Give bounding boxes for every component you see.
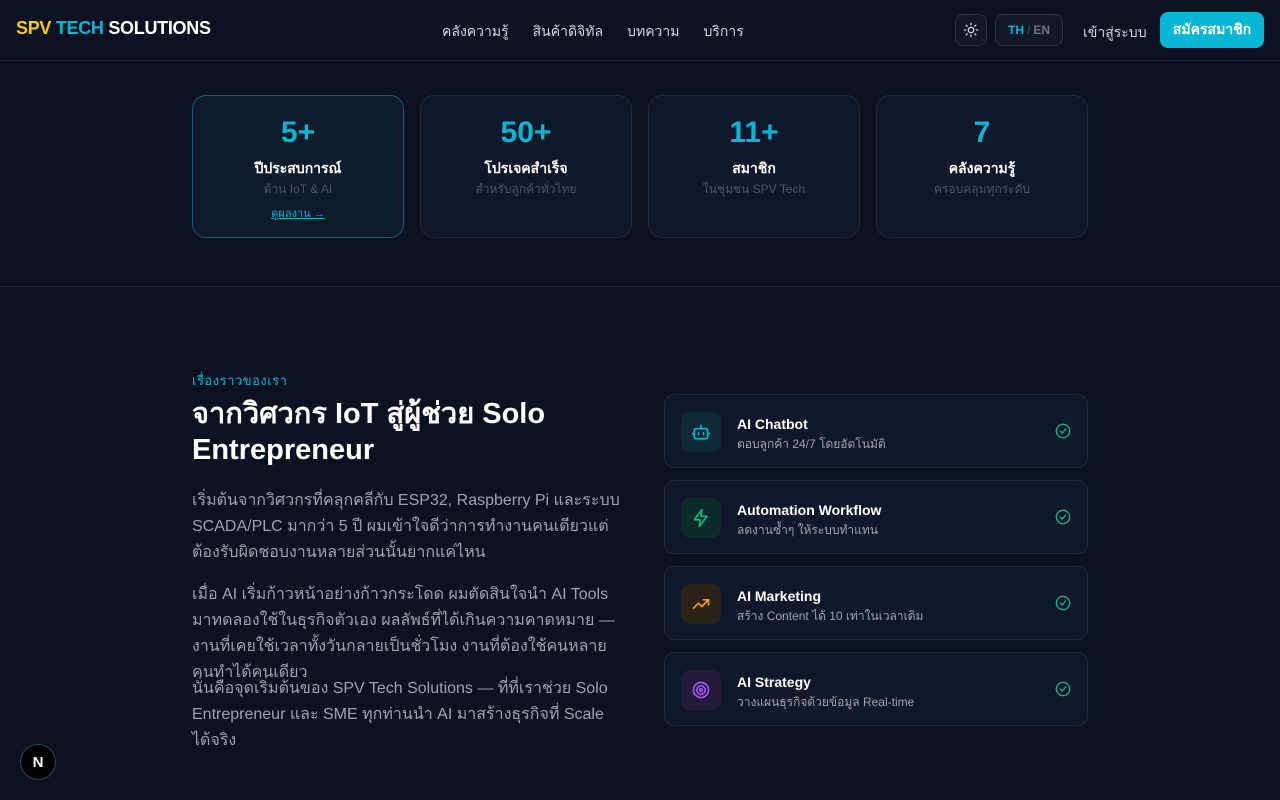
check-circle-icon xyxy=(1055,423,1071,439)
view-portfolio-link[interactable]: ดูผลงาน → xyxy=(193,204,403,222)
main-nav: คลังความรู้ สินค้าดิจิทัล บทความ บริการ xyxy=(442,21,744,43)
story-eyebrow: เรื่องราวของเรา xyxy=(192,373,288,388)
check-circle-icon xyxy=(1055,509,1071,525)
feature-title: AI Strategy xyxy=(737,674,811,690)
stat-number: 11+ xyxy=(729,116,779,149)
signup-button[interactable]: สมัครสมาชิก xyxy=(1160,12,1264,48)
feature-card-ai-strategy[interactable]: AI Strategy วางแผนธุรกิจด้วยข้อมูล Real-… xyxy=(664,652,1088,726)
stat-label: โปรเจคสำเร็จ xyxy=(484,160,568,176)
feature-card-automation[interactable]: Automation Workflow ลดงานซ้ำๆ ให้ระบบทำแ… xyxy=(664,480,1088,554)
story-paragraph-2: เมื่อ AI เริ่มก้าวหน้าอย่างก้าวกระโดด ผม… xyxy=(192,586,615,681)
story-paragraph-1: เริ่มต้นจากวิศวกรที่คลุกคลีกับ ESP32, Ra… xyxy=(192,492,620,561)
feature-title: AI Chatbot xyxy=(737,416,808,432)
lang-th[interactable]: TH xyxy=(1008,23,1024,37)
theme-toggle-button[interactable] xyxy=(955,14,987,46)
robot-icon xyxy=(681,412,721,452)
stat-sub: ครอบคลุมทุกระดับ xyxy=(933,182,1031,196)
brand-part3: SOLUTIONS xyxy=(108,18,211,38)
feature-card-ai-chatbot[interactable]: AI Chatbot ตอบลูกค้า 24/7 โดยอัตโนมัติ xyxy=(664,394,1088,468)
feature-title: AI Marketing xyxy=(737,588,822,604)
feature-card-ai-marketing[interactable]: AI Marketing สร้าง Content ได้ 10 เท่าใน… xyxy=(664,566,1088,640)
nav-digital-products[interactable]: สินค้าดิจิทัล xyxy=(533,21,603,43)
stat-sub: ในชุมชน SPV Tech xyxy=(702,182,806,196)
stat-card-projects: 50+ โปรเจคสำเร็จ สำหรับลูกค้าทั่วไทย xyxy=(420,95,632,238)
brand-part1: SPV xyxy=(16,18,52,38)
stats-section: 5+ ปีประสบการณ์ ด้าน IoT & AI ดูผลงาน → … xyxy=(192,95,1088,238)
target-icon xyxy=(681,670,721,710)
stat-label: ปีประสบการณ์ xyxy=(254,160,342,176)
check-circle-icon xyxy=(1055,595,1071,611)
site-header: SPV TECH SOLUTIONS คลังความรู้ สินค้าดิจ… xyxy=(0,0,1280,61)
stat-card-members: 11+ สมาชิก ในชุมชน SPV Tech xyxy=(648,95,860,238)
trending-up-icon xyxy=(681,584,721,624)
feature-title: Automation Workflow xyxy=(737,502,882,518)
stat-card-knowledge: 7 คลังความรู้ ครอบคลุมทุกระดับ xyxy=(876,95,1088,238)
feature-description: สร้าง Content ได้ 10 เท่าในเวลาเดิม xyxy=(737,609,924,623)
stat-number: 50+ xyxy=(500,116,552,149)
feature-description: วางแผนธุรกิจด้วยข้อมูล Real-time xyxy=(737,695,915,709)
story-paragraph-3: นั่นคือจุดเริ่มต้นของ SPV Tech Solutions… xyxy=(192,680,608,749)
stat-sub: ด้าน IoT & AI xyxy=(263,182,333,196)
section-divider xyxy=(0,286,1280,287)
nav-services[interactable]: บริการ xyxy=(704,21,744,43)
stat-number: 7 xyxy=(973,116,991,149)
lang-separator: / xyxy=(1026,23,1031,37)
feature-description: ตอบลูกค้า 24/7 โดยอัตโนมัติ xyxy=(737,437,886,451)
lightning-icon xyxy=(681,498,721,538)
nextjs-badge[interactable]: N xyxy=(20,744,56,780)
stat-sub: สำหรับลูกค้าทั่วไทย xyxy=(475,182,577,196)
brand-logo[interactable]: SPV TECH SOLUTIONS xyxy=(16,18,211,39)
stat-number: 5+ xyxy=(280,116,316,149)
brand-part2: TECH xyxy=(55,18,104,38)
lang-en[interactable]: EN xyxy=(1033,23,1050,37)
nav-articles[interactable]: บทความ xyxy=(627,21,679,43)
language-switcher[interactable]: TH / EN xyxy=(995,14,1063,46)
stat-label: คลังความรู้ xyxy=(948,160,1016,176)
login-link[interactable]: เข้าสู่ระบบ xyxy=(1083,22,1147,44)
nav-knowledge[interactable]: คลังความรู้ xyxy=(442,21,509,43)
check-circle-icon xyxy=(1055,681,1071,697)
sun-icon xyxy=(963,22,979,38)
feature-description: ลดงานซ้ำๆ ให้ระบบทำแทน xyxy=(737,523,878,537)
stat-card-experience[interactable]: 5+ ปีประสบการณ์ ด้าน IoT & AI ดูผลงาน → xyxy=(192,95,404,238)
story-title: จากวิศวกร IoT สู่ผู้ช่วย Solo Entreprene… xyxy=(192,398,546,466)
stat-label: สมาชิก xyxy=(732,160,776,176)
